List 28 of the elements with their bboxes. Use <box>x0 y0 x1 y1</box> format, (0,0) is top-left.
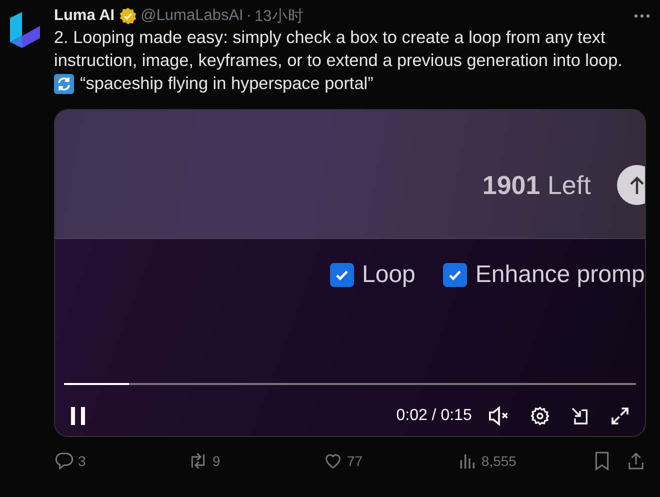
author-handle[interactable]: @LumaLabsAI <box>140 7 244 25</box>
pause-icon[interactable] <box>70 407 86 425</box>
checkbox-label: Enhance promp <box>475 261 645 289</box>
separator: · <box>246 7 252 25</box>
credits-remaining: 1901 Left <box>482 170 591 200</box>
action-count: 8,555 <box>481 453 516 469</box>
quote-text: “spaceship flying in hyperspace portal” <box>80 72 374 95</box>
logo-icon[interactable] <box>8 12 42 50</box>
popout-icon[interactable] <box>570 406 590 426</box>
fullscreen-icon[interactable] <box>610 406 630 426</box>
share-icon[interactable] <box>626 451 646 471</box>
muted-speaker-icon[interactable] <box>488 406 510 426</box>
reply-icon[interactable] <box>54 451 74 471</box>
settings-icon[interactable] <box>530 406 550 426</box>
post-text-line: instruction, image, keyframes, or to extend a previous generation into loop. <box>54 49 624 72</box>
checkbox-label: Loop <box>362 261 416 289</box>
post-text-line: 2. Looping made easy: simply check a box to create a loop from any text <box>54 26 606 49</box>
author-name[interactable]: Luma AI <box>54 7 115 25</box>
post-time[interactable]: 13小时 <box>254 6 304 26</box>
repeat-icon <box>54 74 74 94</box>
upload-icon <box>616 165 645 205</box>
action-count: 3 <box>78 453 86 469</box>
video-player[interactable]: 1901 Left Loop Enhance promp 0:02 / 0:15 <box>54 109 646 437</box>
heart-icon[interactable] <box>322 451 343 471</box>
action-count: 77 <box>346 453 363 469</box>
more-icon[interactable] <box>634 14 650 18</box>
video-time: 0:02 / 0:15 <box>396 407 472 425</box>
action-count: 9 <box>212 453 220 469</box>
